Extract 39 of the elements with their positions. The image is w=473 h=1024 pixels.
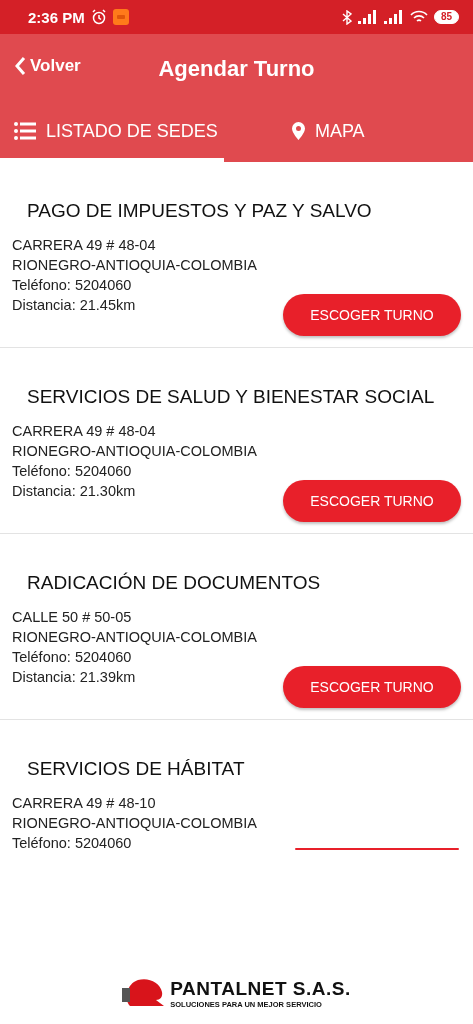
office-detail: CARRERA 49 # 48-04 — [12, 422, 156, 441]
office-detail: RIONEGRO-ANTIOQUIA-COLOMBIA — [12, 442, 257, 461]
office-detail: CARRERA 49 # 48-04 — [12, 236, 156, 255]
choose-turn-button[interactable]: ESCOGER TURNO — [283, 294, 461, 336]
page-title: Agendar Turno — [158, 56, 315, 81]
button-edge[interactable] — [295, 848, 459, 850]
bluetooth-icon — [341, 9, 352, 25]
office-detail: Teléfono: 5204060 — [12, 276, 132, 295]
brand-name: PANTALNET S.A.S. — [170, 977, 351, 1000]
office-detail: Teléfono: 5204060 — [12, 648, 132, 667]
back-chevron-icon — [14, 56, 26, 76]
location-pin-icon — [291, 122, 305, 140]
office-name: RADICACIÓN DE DOCUMENTOS — [27, 572, 322, 594]
office-name: PAGO DE IMPUESTOS Y PAZ Y SALVO — [27, 200, 373, 222]
app-notification-icon — [112, 9, 129, 25]
office-name: SERVICIOS DE SALUD Y BIENESTAR SOCIAL — [27, 386, 436, 408]
signal-icon — [357, 10, 378, 24]
list-icon — [14, 122, 36, 140]
office-detail: CARRERA 49 # 48-10 — [12, 794, 156, 813]
office-name: SERVICIOS DE HÁBITAT — [27, 758, 246, 780]
wifi-icon — [409, 10, 428, 24]
tab[interactable]: LISTADO DE SEDES — [0, 104, 224, 162]
office-detail: Distancia: 21.45km — [12, 296, 136, 315]
office-detail: Teléfono: 5204060 — [12, 462, 132, 481]
alarm-clock-icon — [90, 9, 107, 25]
office-detail: Distancia: 21.39km — [12, 668, 136, 687]
status-time: 2:36 PM — [28, 8, 85, 26]
battery-level: 85 — [433, 10, 459, 24]
office-detail: Distancia: 21.30km — [12, 482, 136, 501]
office-detail: RIONEGRO-ANTIOQUIA-COLOMBIA — [12, 814, 257, 833]
signal-icon — [383, 10, 404, 24]
tab[interactable]: MAPA — [223, 104, 473, 162]
choose-turn-button[interactable]: ESCOGER TURNO — [283, 666, 461, 708]
office-detail: RIONEGRO-ANTIOQUIA-COLOMBIA — [12, 256, 257, 275]
office-detail: Teléfono: 5204060 — [12, 834, 132, 853]
office-detail: CALLE 50 # 50-05 — [12, 608, 132, 627]
office-detail: RIONEGRO-ANTIOQUIA-COLOMBIA — [12, 628, 257, 647]
back-button[interactable]: Volver — [0, 56, 81, 82]
choose-turn-button[interactable]: ESCOGER TURNO — [283, 480, 461, 522]
